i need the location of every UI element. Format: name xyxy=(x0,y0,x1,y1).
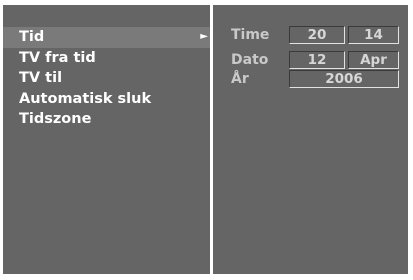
date-row: Dato 12 Apr xyxy=(213,50,408,70)
settings-menu: Tid ► TV fra tid TV til Automatisk sluk … xyxy=(3,27,210,130)
year-label: År xyxy=(231,71,249,87)
menu-item-label: Tidszone xyxy=(19,111,92,127)
day-field[interactable]: 12 xyxy=(289,51,345,69)
time-row: Time 20 14 xyxy=(213,25,408,45)
hour-field[interactable]: 20 xyxy=(289,26,345,44)
date-label: Dato xyxy=(231,52,269,68)
menu-item-tv-fra-tid[interactable]: TV fra tid xyxy=(3,48,210,69)
menu-item-tv-til[interactable]: TV til xyxy=(3,68,210,89)
menu-panel: Tid ► TV fra tid TV til Automatisk sluk … xyxy=(3,5,210,274)
menu-item-tidszone[interactable]: Tidszone xyxy=(3,109,210,130)
menu-item-label: Automatisk sluk xyxy=(19,90,152,107)
submenu-arrow-icon: ► xyxy=(200,31,208,42)
time-settings-panel: Time 20 14 Dato 12 Apr År 2006 xyxy=(213,5,408,274)
year-row: År 2006 xyxy=(213,69,408,89)
menu-item-tid[interactable]: Tid ► xyxy=(3,27,210,48)
month-field[interactable]: Apr xyxy=(348,51,399,69)
time-label: Time xyxy=(231,27,270,43)
menu-item-automatisk-sluk[interactable]: Automatisk sluk xyxy=(3,89,210,110)
menu-item-label: TV fra tid xyxy=(19,49,96,66)
menu-item-label: Tid xyxy=(19,29,45,45)
minute-field[interactable]: 14 xyxy=(348,26,399,44)
year-field[interactable]: 2006 xyxy=(289,70,399,88)
menu-item-label: TV til xyxy=(19,70,63,86)
